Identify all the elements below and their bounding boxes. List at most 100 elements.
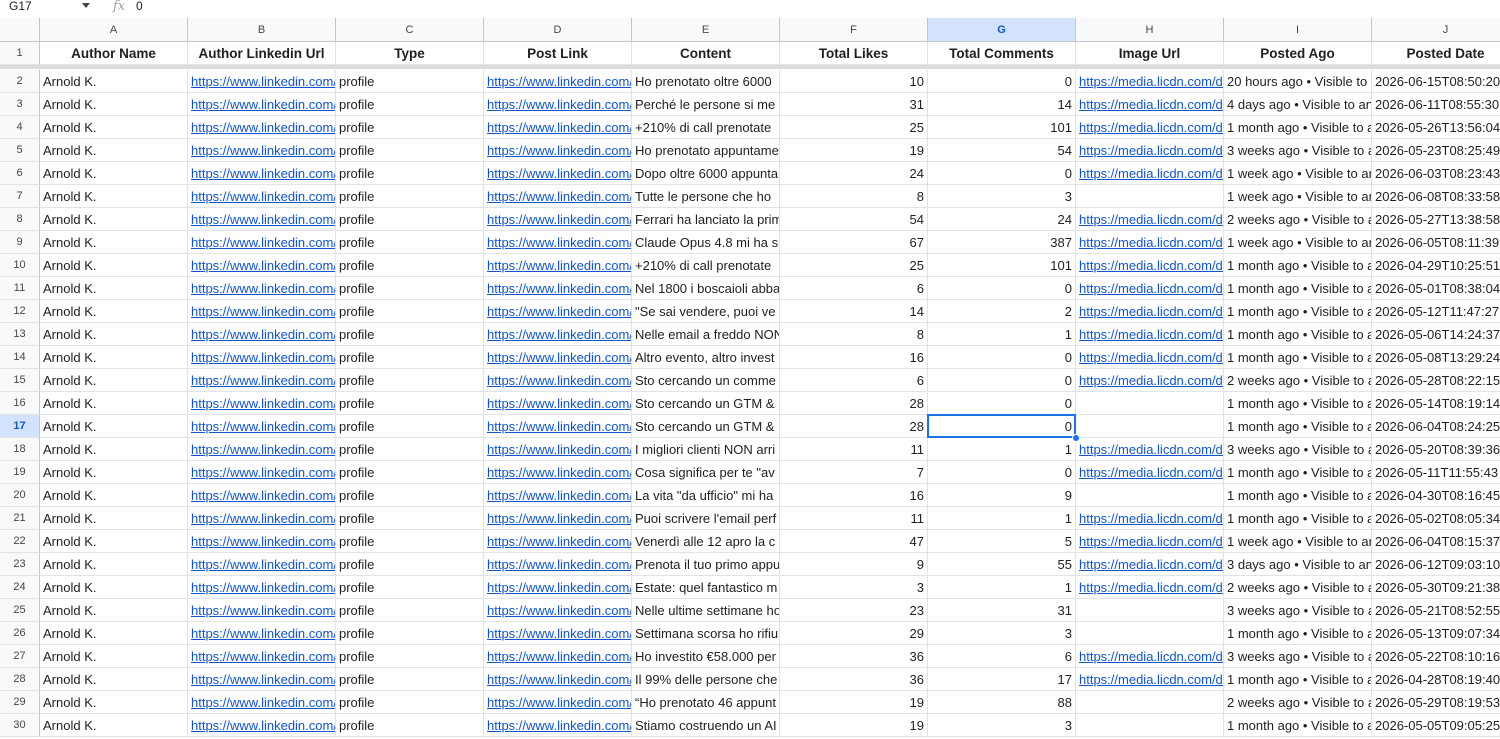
- row-header[interactable]: 15: [0, 369, 40, 392]
- cell-image-url[interactable]: https://media.licdn.com/dms: [1076, 208, 1224, 231]
- cell-total-likes[interactable]: 54: [780, 208, 928, 231]
- column-header-g[interactable]: G: [928, 18, 1076, 42]
- cell-posted-date[interactable]: 2026-05-27T13:38:58: [1372, 208, 1500, 231]
- cell-posted-date[interactable]: 2026-06-12T09:03:10: [1372, 553, 1500, 576]
- cell-type[interactable]: profile: [336, 323, 484, 346]
- cell-author-linkedin-url[interactable]: https://www.linkedin.com/in/arnoldk: [188, 461, 336, 484]
- row-header[interactable]: 7: [0, 185, 40, 208]
- cell-post-link[interactable]: https://www.linkedin.com/posts: [484, 323, 632, 346]
- cell-posted-date[interactable]: 2026-05-11T11:55:43: [1372, 461, 1500, 484]
- cell-type[interactable]: profile: [336, 484, 484, 507]
- cell-total-likes[interactable]: 8: [780, 185, 928, 208]
- row-header-1[interactable]: 1: [0, 42, 40, 65]
- cell-image-url[interactable]: https://media.licdn.com/dms: [1076, 231, 1224, 254]
- cell-posted-date[interactable]: 2026-05-21T08:52:55: [1372, 599, 1500, 622]
- cell-post-link[interactable]: https://www.linkedin.com/posts: [484, 530, 632, 553]
- cell-total-comments[interactable]: 3: [928, 714, 1076, 737]
- cell-author-linkedin-url[interactable]: https://www.linkedin.com/in/arnoldk: [188, 622, 336, 645]
- cell-posted-ago[interactable]: 1 month ago • Visible to anyone: [1224, 714, 1372, 737]
- cell-author-linkedin-url[interactable]: https://www.linkedin.com/in/arnoldk: [188, 576, 336, 599]
- cell-post-link[interactable]: https://www.linkedin.com/posts: [484, 668, 632, 691]
- cell-posted-ago[interactable]: 20 hours ago • Visible to anyone: [1224, 70, 1372, 93]
- cell-content[interactable]: "Se sai vendere, puoi ve: [632, 300, 780, 323]
- cell-total-likes[interactable]: 11: [780, 507, 928, 530]
- cell-type[interactable]: profile: [336, 300, 484, 323]
- cell-total-likes[interactable]: 19: [780, 691, 928, 714]
- cell-content[interactable]: Cosa significa per te "av: [632, 461, 780, 484]
- cell-posted-ago[interactable]: 1 month ago • Visible to anyone: [1224, 116, 1372, 139]
- cell-content[interactable]: Nelle ultime settimane ho: [632, 599, 780, 622]
- cell-author-linkedin-url[interactable]: https://www.linkedin.com/in/arnoldk: [188, 599, 336, 622]
- cell-posted-date[interactable]: 2026-05-12T11:47:27: [1372, 300, 1500, 323]
- cell-total-comments[interactable]: 1: [928, 576, 1076, 599]
- cell-image-url[interactable]: https://media.licdn.com/dms: [1076, 576, 1224, 599]
- cell-author-name[interactable]: Arnold K.: [40, 645, 188, 668]
- cell-author-name[interactable]: Arnold K.: [40, 346, 188, 369]
- cell-posted-date[interactable]: 2026-04-29T10:25:51: [1372, 254, 1500, 277]
- cell-total-comments[interactable]: 17: [928, 668, 1076, 691]
- cell-content[interactable]: Claude Opus 4.8 mi ha s: [632, 231, 780, 254]
- cell-type[interactable]: profile: [336, 553, 484, 576]
- row-header[interactable]: 13: [0, 323, 40, 346]
- cell-total-likes[interactable]: 9: [780, 553, 928, 576]
- cell-author-name[interactable]: Arnold K.: [40, 93, 188, 116]
- cell-total-likes[interactable]: 10: [780, 70, 928, 93]
- cell-posted-ago[interactable]: 3 weeks ago • Visible to anyone: [1224, 645, 1372, 668]
- cell-image-url[interactable]: https://media.licdn.com/dms: [1076, 507, 1224, 530]
- cell-image-url[interactable]: [1076, 392, 1224, 415]
- cell-post-link[interactable]: https://www.linkedin.com/posts: [484, 254, 632, 277]
- cell-author-linkedin-url[interactable]: https://www.linkedin.com/in/arnoldk: [188, 162, 336, 185]
- cell-post-link[interactable]: https://www.linkedin.com/posts: [484, 622, 632, 645]
- cell-total-comments[interactable]: 3: [928, 622, 1076, 645]
- row-header[interactable]: 29: [0, 691, 40, 714]
- cell-posted-date[interactable]: 2026-06-15T08:50:20: [1372, 70, 1500, 93]
- cell-image-url[interactable]: https://media.licdn.com/dms: [1076, 116, 1224, 139]
- cell-total-comments[interactable]: 0: [928, 461, 1076, 484]
- cell-total-likes[interactable]: 36: [780, 645, 928, 668]
- cell-author-name[interactable]: Arnold K.: [40, 323, 188, 346]
- row-header[interactable]: 25: [0, 599, 40, 622]
- cell-author-name[interactable]: Arnold K.: [40, 576, 188, 599]
- cell-total-comments[interactable]: 0: [928, 277, 1076, 300]
- cell-author-linkedin-url[interactable]: https://www.linkedin.com/in/arnoldk: [188, 277, 336, 300]
- cell-total-likes[interactable]: 14: [780, 300, 928, 323]
- cell-image-url[interactable]: [1076, 484, 1224, 507]
- row-header[interactable]: 6: [0, 162, 40, 185]
- cell-total-comments[interactable]: 101: [928, 116, 1076, 139]
- cell-author-linkedin-url[interactable]: https://www.linkedin.com/in/arnoldk: [188, 254, 336, 277]
- cell-total-likes[interactable]: 28: [780, 415, 928, 438]
- cell-post-link[interactable]: https://www.linkedin.com/posts: [484, 415, 632, 438]
- column-header-j[interactable]: J: [1372, 18, 1500, 42]
- cell-content[interactable]: Settimana scorsa ho rifiu: [632, 622, 780, 645]
- cell-type[interactable]: profile: [336, 622, 484, 645]
- cell-type[interactable]: profile: [336, 162, 484, 185]
- cell-post-link[interactable]: https://www.linkedin.com/posts: [484, 208, 632, 231]
- cell-posted-ago[interactable]: 1 week ago • Visible to anyone: [1224, 162, 1372, 185]
- cell-total-comments[interactable]: 24: [928, 208, 1076, 231]
- cell-post-link[interactable]: https://www.linkedin.com/posts: [484, 714, 632, 737]
- header-image-url[interactable]: Image Url: [1076, 42, 1224, 65]
- cell-post-link[interactable]: https://www.linkedin.com/posts: [484, 162, 632, 185]
- cell-post-link[interactable]: https://www.linkedin.com/posts: [484, 231, 632, 254]
- cell-total-likes[interactable]: 8: [780, 323, 928, 346]
- cell-author-name[interactable]: Arnold K.: [40, 369, 188, 392]
- cell-image-url[interactable]: https://media.licdn.com/dms: [1076, 300, 1224, 323]
- cell-post-link[interactable]: https://www.linkedin.com/posts: [484, 185, 632, 208]
- cell-posted-date[interactable]: 2026-06-03T08:23:43: [1372, 162, 1500, 185]
- cell-post-link[interactable]: https://www.linkedin.com/posts: [484, 369, 632, 392]
- cell-total-comments[interactable]: 0: [928, 415, 1076, 438]
- cell-image-url[interactable]: https://media.licdn.com/dms: [1076, 369, 1224, 392]
- cell-posted-ago[interactable]: 1 month ago • Visible to anyone: [1224, 346, 1372, 369]
- cell-author-name[interactable]: Arnold K.: [40, 139, 188, 162]
- cell-image-url[interactable]: https://media.licdn.com/dms: [1076, 668, 1224, 691]
- cell-total-comments[interactable]: 6: [928, 645, 1076, 668]
- cell-total-likes[interactable]: 3: [780, 576, 928, 599]
- cell-total-likes[interactable]: 19: [780, 139, 928, 162]
- cell-total-likes[interactable]: 28: [780, 392, 928, 415]
- cell-post-link[interactable]: https://www.linkedin.com/posts: [484, 438, 632, 461]
- cell-post-link[interactable]: https://www.linkedin.com/posts: [484, 300, 632, 323]
- cell-author-name[interactable]: Arnold K.: [40, 668, 188, 691]
- cell-total-likes[interactable]: 47: [780, 530, 928, 553]
- cell-posted-date[interactable]: 2026-05-06T14:24:37: [1372, 323, 1500, 346]
- cell-posted-date[interactable]: 2026-05-22T08:10:16: [1372, 645, 1500, 668]
